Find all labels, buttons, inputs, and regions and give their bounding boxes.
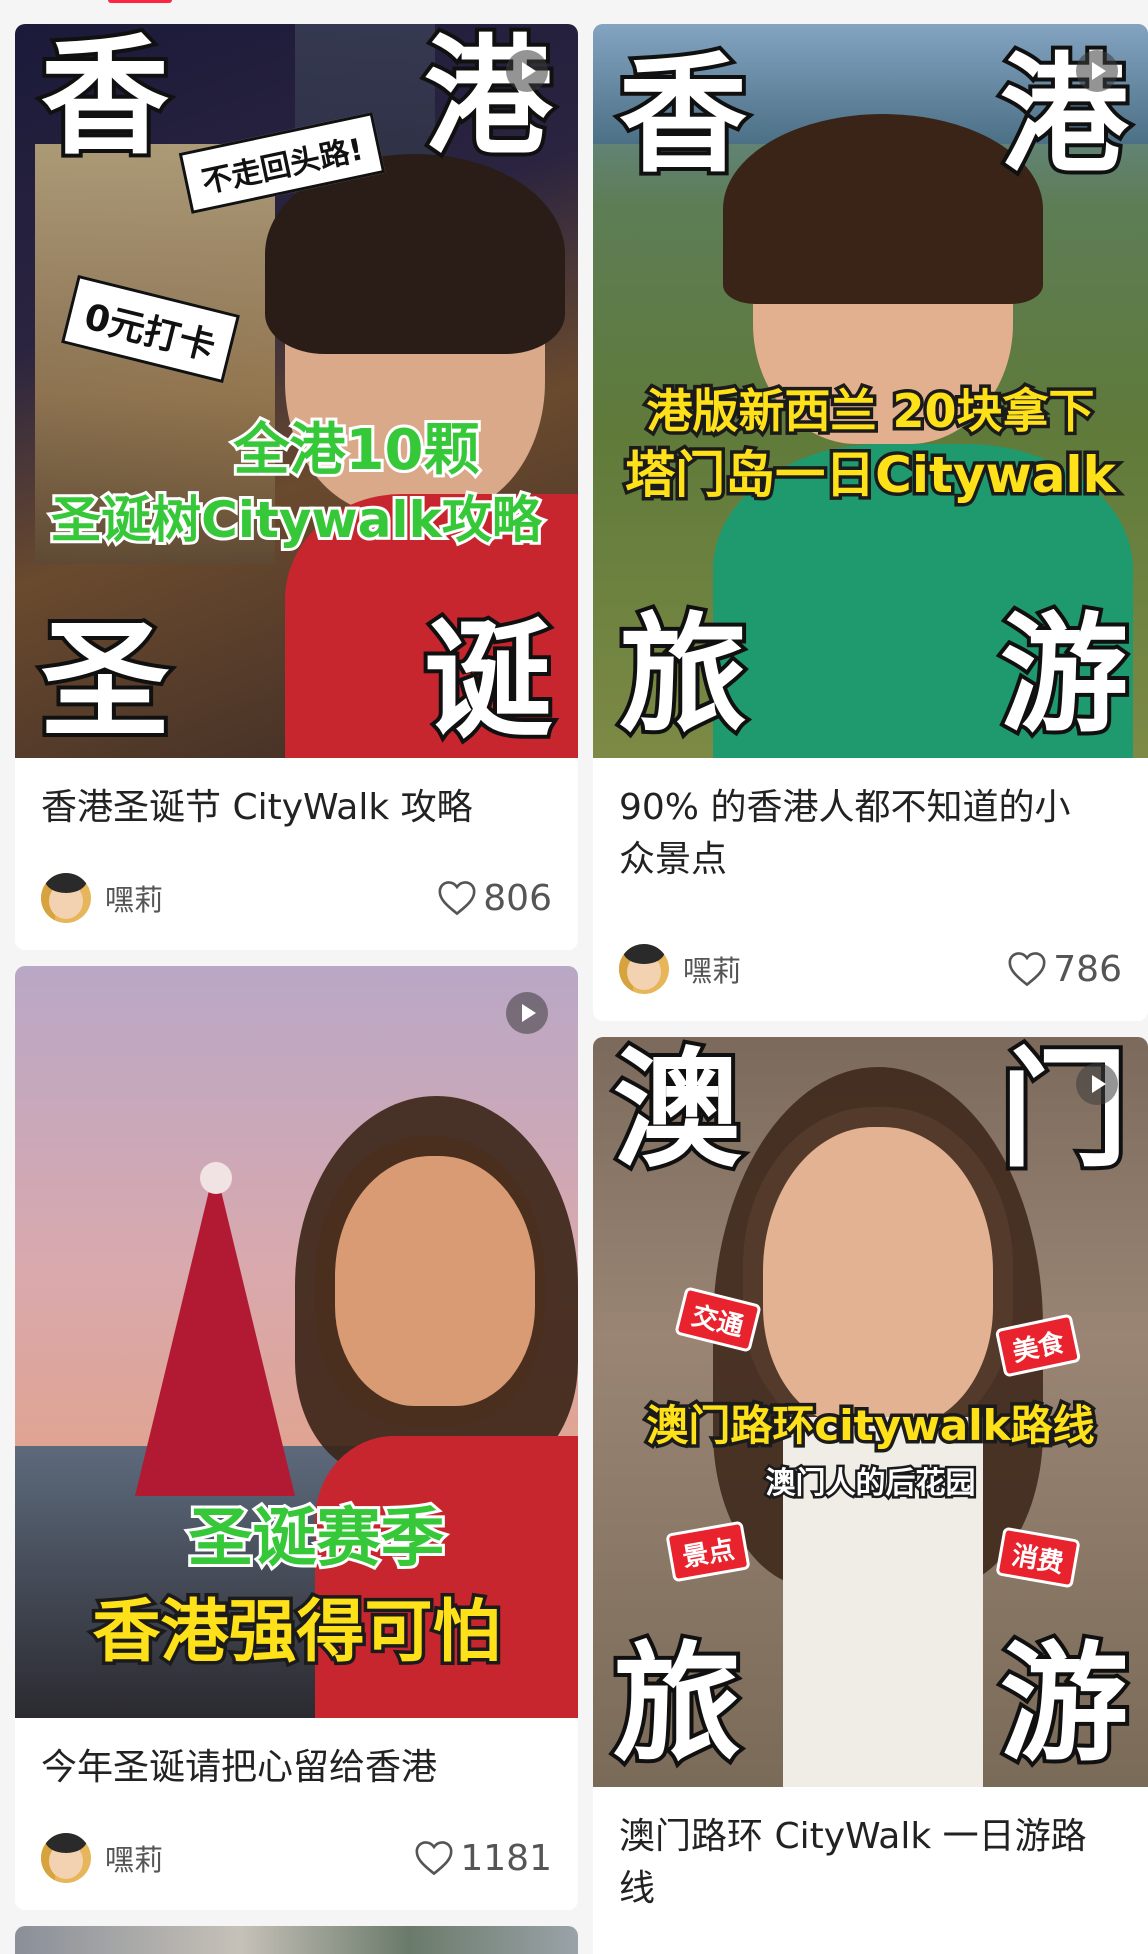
cover-caption: 澳门人的后花园 (763, 1465, 978, 1503)
cover-char: 香 (615, 41, 751, 190)
cover-char: 游 (996, 1630, 1132, 1779)
note-title[interactable]: 今年圣诞请把心留给香港 (41, 1742, 552, 1794)
note-cover[interactable]: 香 港 圣 诞 不走回头路! 0元打卡 全港10颗 圣诞树Citywalk攻略 (15, 24, 578, 758)
note-card[interactable]: 香 港 旅 游 港版新西兰 20块拿下 塔门岛一日Citywalk 90% 的香… (593, 24, 1148, 1021)
note-cover[interactable]: 澳 门 旅 游 交通 美食 景点 消费 澳门路环citywalk路线 澳门人的后… (593, 1037, 1148, 1787)
like-count: 806 (483, 877, 552, 919)
avatar[interactable] (41, 1833, 91, 1883)
heart-outline-icon (438, 881, 476, 916)
heart-outline-icon (415, 1841, 453, 1876)
note-meta: 嘿莉 786 (619, 943, 1122, 995)
note-title[interactable]: 澳门路环 CityWalk 一日游路线 (619, 1811, 1098, 1915)
like-count: 786 (1053, 948, 1122, 990)
like-count: 1181 (460, 1837, 552, 1879)
note-cover[interactable]: 香 港 旅 游 港版新西兰 20块拿下 塔门岛一日Citywalk (593, 24, 1148, 758)
note-meta: 嘿莉 806 (41, 872, 552, 924)
note-cover[interactable]: 圣诞赛季 香港强得可怕 (15, 966, 578, 1718)
note-card[interactable]: 香 港 圣 诞 不走回头路! 0元打卡 全港10颗 圣诞树Citywalk攻略 … (15, 24, 578, 950)
cover-char: 澳 (609, 1037, 745, 1185)
note-card[interactable]: 圣诞赛季 香港强得可怕 今年圣诞请把心留给香港 嘿莉 1181 (15, 966, 578, 1910)
play-icon (506, 992, 548, 1034)
feed-page: 香 港 圣 诞 不走回头路! 0元打卡 全港10颗 圣诞树Citywalk攻略 … (0, 0, 1148, 1954)
note-cover[interactable] (15, 1926, 578, 1954)
cover-char: 香 (37, 24, 173, 172)
cover-caption: 澳门路环citywalk路线 (643, 1399, 1098, 1452)
avatar[interactable] (619, 944, 669, 994)
heart-outline-icon (1008, 952, 1046, 987)
play-icon (1076, 1063, 1118, 1105)
cover-caption: 圣诞赛季 (186, 1502, 448, 1576)
active-tab-indicator (108, 0, 172, 3)
author-name[interactable]: 嘿莉 (105, 1837, 414, 1879)
note-card[interactable] (15, 1926, 578, 1954)
cover-caption: 塔门岛一日Citywalk (622, 444, 1120, 506)
cover-caption: 香港强得可怕 (89, 1592, 504, 1674)
cover-char: 圣 (37, 607, 173, 756)
cover-char: 游 (996, 601, 1132, 750)
cover-char: 旅 (609, 1630, 745, 1779)
like-button[interactable]: 1181 (414, 1838, 552, 1879)
cover-char: 旅 (615, 601, 751, 750)
like-button[interactable]: 806 (437, 878, 552, 919)
note-card[interactable]: 澳 门 旅 游 交通 美食 景点 消费 澳门路环citywalk路线 澳门人的后… (593, 1037, 1148, 1954)
note-title[interactable]: 90% 的香港人都不知道的小众景点 (619, 782, 1098, 886)
like-button[interactable]: 786 (1007, 949, 1122, 990)
cover-char: 诞 (420, 607, 556, 756)
avatar[interactable] (41, 873, 91, 923)
note-title[interactable]: 香港圣诞节 CityWalk 攻略 (41, 782, 552, 834)
cover-caption: 圣诞树Citywalk攻略 (48, 491, 545, 549)
note-meta: 嘿莉 1181 (41, 1832, 552, 1884)
cover-caption: 全港10颗 (231, 418, 483, 483)
play-icon (1076, 50, 1118, 92)
author-name[interactable]: 嘿莉 (683, 948, 1007, 990)
cover-caption: 港版新西兰 20块拿下 (643, 382, 1098, 439)
author-name[interactable]: 嘿莉 (105, 877, 437, 919)
play-icon (506, 50, 548, 92)
